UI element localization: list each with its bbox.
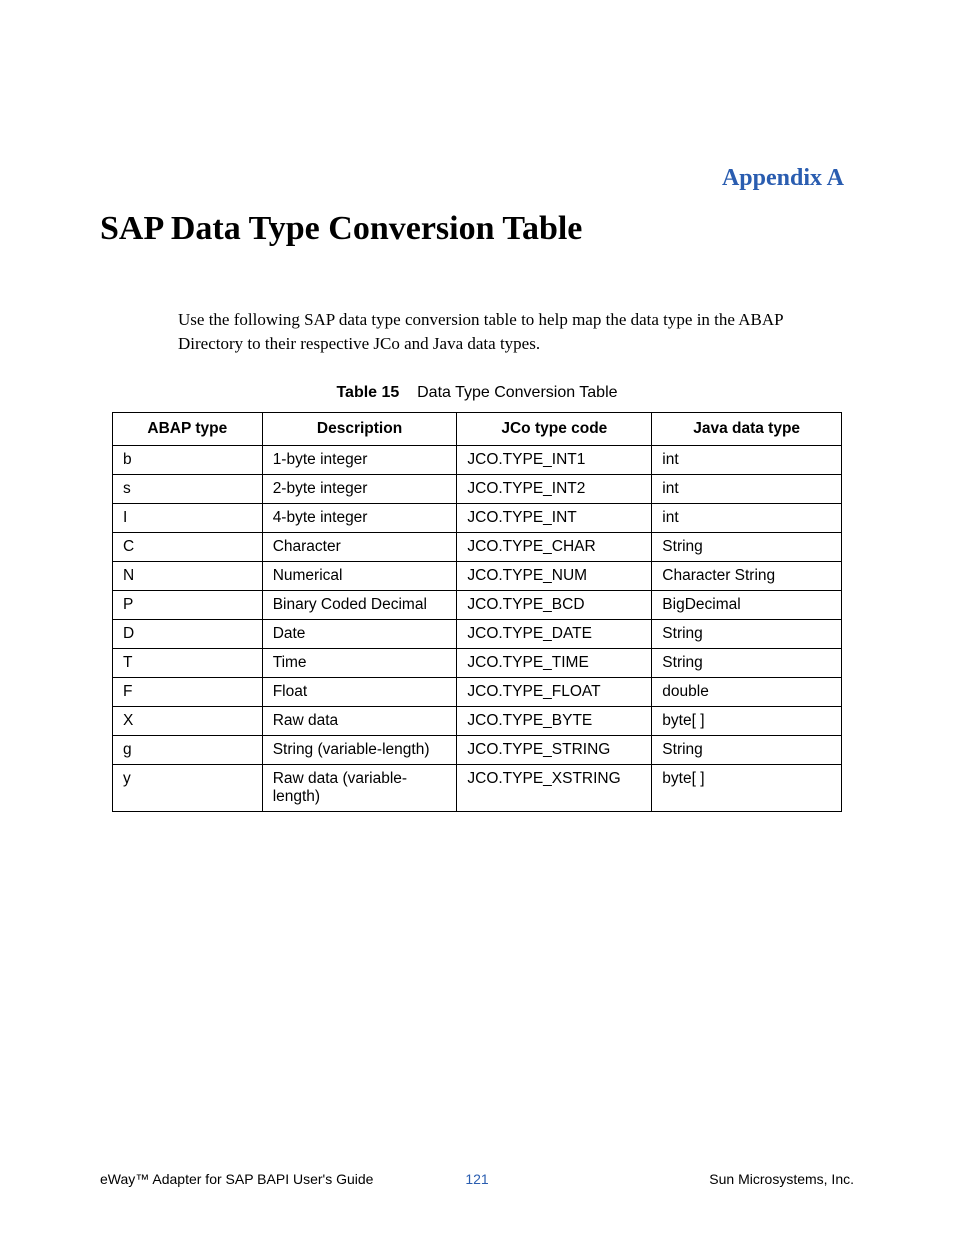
table-row: XRaw dataJCO.TYPE_BYTEbyte[ ] — [113, 706, 842, 735]
conversion-table: ABAP type Description JCo type code Java… — [112, 412, 842, 812]
table-cell-desc: Float — [262, 677, 457, 706]
table-cell-abap: s — [113, 474, 263, 503]
appendix-label: Appendix A — [100, 165, 844, 192]
table-cell-jco: JCO.TYPE_DATE — [457, 619, 652, 648]
table-row: CCharacterJCO.TYPE_CHARString — [113, 532, 842, 561]
table-row: PBinary Coded DecimalJCO.TYPE_BCDBigDeci… — [113, 590, 842, 619]
table-cell-java: byte[ ] — [652, 706, 842, 735]
table-cell-desc: Numerical — [262, 561, 457, 590]
table-cell-java: int — [652, 474, 842, 503]
table-cell-java: String — [652, 532, 842, 561]
table-cell-abap: D — [113, 619, 263, 648]
table-cell-desc: 2-byte integer — [262, 474, 457, 503]
table-cell-abap: N — [113, 561, 263, 590]
table-cell-jco: JCO.TYPE_XSTRING — [457, 764, 652, 811]
table-cell-desc: Time — [262, 648, 457, 677]
table-row: gString (variable-length)JCO.TYPE_STRING… — [113, 735, 842, 764]
table-cell-desc: Date — [262, 619, 457, 648]
table-cell-java: String — [652, 619, 842, 648]
table-cell-desc: 4-byte integer — [262, 503, 457, 532]
table-cell-jco: JCO.TYPE_INT1 — [457, 445, 652, 474]
table-caption: Table 15 Data Type Conversion Table — [100, 384, 854, 402]
table-cell-abap: g — [113, 735, 263, 764]
table-cell-jco: JCO.TYPE_BYTE — [457, 706, 652, 735]
table-cell-jco: JCO.TYPE_NUM — [457, 561, 652, 590]
table-cell-jco: JCO.TYPE_STRING — [457, 735, 652, 764]
table-cell-desc: 1-byte integer — [262, 445, 457, 474]
table-cell-java: byte[ ] — [652, 764, 842, 811]
page-footer: eWay™ Adapter for SAP BAPI User's Guide … — [100, 1171, 854, 1187]
table-cell-abap: F — [113, 677, 263, 706]
table-cell-abap: T — [113, 648, 263, 677]
table-cell-abap: X — [113, 706, 263, 735]
table-cell-java: double — [652, 677, 842, 706]
table-cell-desc: Raw data (variable-length) — [262, 764, 457, 811]
table-cell-desc: Binary Coded Decimal — [262, 590, 457, 619]
table-cell-java: int — [652, 503, 842, 532]
table-caption-text: Data Type Conversion Table — [417, 384, 617, 401]
header-description: Description — [262, 412, 457, 445]
table-cell-jco: JCO.TYPE_INT2 — [457, 474, 652, 503]
table-cell-abap: y — [113, 764, 263, 811]
table-header-row: ABAP type Description JCo type code Java… — [113, 412, 842, 445]
header-abap: ABAP type — [113, 412, 263, 445]
table-cell-abap: b — [113, 445, 263, 474]
table-cell-java: String — [652, 735, 842, 764]
table-row: FFloatJCO.TYPE_FLOATdouble — [113, 677, 842, 706]
table-row: I4-byte integerJCO.TYPE_INTint — [113, 503, 842, 532]
table-cell-jco: JCO.TYPE_BCD — [457, 590, 652, 619]
table-cell-desc: String (variable-length) — [262, 735, 457, 764]
table-cell-java: int — [652, 445, 842, 474]
table-cell-jco: JCO.TYPE_INT — [457, 503, 652, 532]
table-row: b1-byte integerJCO.TYPE_INT1int — [113, 445, 842, 474]
footer-right: Sun Microsystems, Inc. — [502, 1171, 854, 1187]
footer-left: eWay™ Adapter for SAP BAPI User's Guide — [100, 1171, 452, 1187]
table-cell-jco: JCO.TYPE_CHAR — [457, 532, 652, 561]
table-cell-jco: JCO.TYPE_TIME — [457, 648, 652, 677]
table-cell-jco: JCO.TYPE_FLOAT — [457, 677, 652, 706]
table-cell-abap: I — [113, 503, 263, 532]
chapter-title: SAP Data Type Conversion Table — [100, 210, 854, 248]
table-row: s2-byte integerJCO.TYPE_INT2int — [113, 474, 842, 503]
table-row: NNumericalJCO.TYPE_NUMCharacter String — [113, 561, 842, 590]
table-row: yRaw data (variable-length)JCO.TYPE_XSTR… — [113, 764, 842, 811]
header-java: Java data type — [652, 412, 842, 445]
table-caption-label: Table 15 — [336, 384, 399, 401]
table-row: DDateJCO.TYPE_DATEString — [113, 619, 842, 648]
table-cell-desc: Raw data — [262, 706, 457, 735]
table-cell-java: BigDecimal — [652, 590, 842, 619]
footer-page-number: 121 — [452, 1171, 502, 1187]
table-row: TTimeJCO.TYPE_TIMEString — [113, 648, 842, 677]
table-cell-java: String — [652, 648, 842, 677]
table-cell-java: Character String — [652, 561, 842, 590]
table-cell-abap: P — [113, 590, 263, 619]
table-cell-abap: C — [113, 532, 263, 561]
intro-paragraph: Use the following SAP data type conversi… — [178, 308, 834, 356]
table-cell-desc: Character — [262, 532, 457, 561]
header-jco: JCo type code — [457, 412, 652, 445]
